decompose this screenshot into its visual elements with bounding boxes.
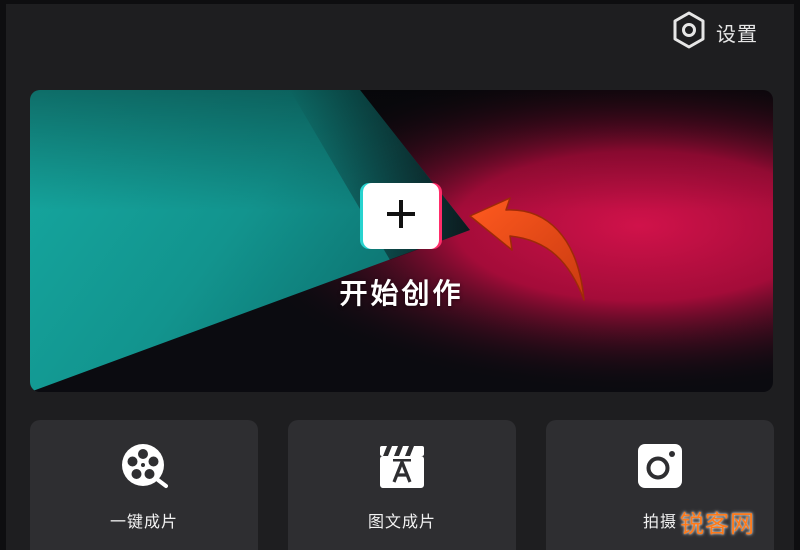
window-frame-top — [0, 0, 800, 4]
settings-label: 设置 — [716, 21, 758, 46]
site-watermark: 锐客网 — [680, 510, 755, 538]
start-creation-banner[interactable]: 开始创作 — [30, 90, 773, 392]
one-click-video-label: 一键成片 — [109, 512, 178, 531]
camera-icon — [636, 442, 684, 490]
clapperboard-a-icon — [378, 442, 426, 490]
hexagon-gear-icon — [672, 11, 706, 53]
settings-button[interactable]: 设置 — [672, 11, 758, 53]
start-creation-label: 开始创作 — [339, 277, 464, 310]
create-plus-button[interactable] — [363, 183, 439, 249]
quick-actions: 一键成片 图文成片 拍摄 — [30, 420, 774, 550]
plus-icon — [386, 199, 416, 233]
app-window: 设置 开始创作 一键成片 图文成片 拍摄 锐客网 — [0, 0, 800, 550]
window-frame-left — [0, 0, 6, 550]
window-frame-right — [794, 0, 800, 550]
one-click-video-tile[interactable]: 一键成片 — [30, 420, 258, 550]
text-to-video-label: 图文成片 — [367, 512, 436, 531]
text-to-video-tile[interactable]: 图文成片 — [288, 420, 516, 550]
film-reel-icon — [120, 442, 168, 490]
